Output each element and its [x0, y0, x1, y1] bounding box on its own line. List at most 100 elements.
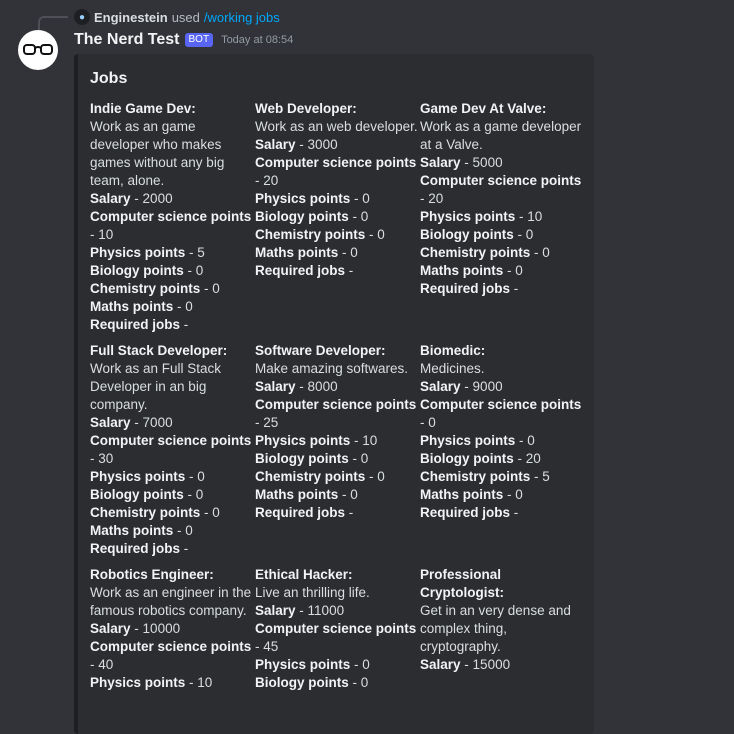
job-maths-label: Maths points [255, 487, 339, 502]
job-cs-value: 25 [263, 415, 279, 430]
command-link[interactable]: /working jobs [204, 10, 280, 25]
job-physics-label: Physics points [420, 433, 516, 448]
separator: - [513, 451, 526, 466]
bot-avatar[interactable] [18, 30, 58, 70]
job-salary-label: Salary [420, 657, 461, 672]
job-biology-line: Biology points - 0 [255, 674, 420, 692]
job-physics-label: Physics points [90, 675, 186, 690]
job-physics-label: Physics points [90, 469, 186, 484]
job-name: Biomedic: [420, 343, 486, 358]
separator: - [255, 639, 264, 654]
separator: - [338, 245, 351, 260]
job-biology-line: Biology points - 20 [420, 450, 585, 468]
job-field: Web Developer: Work as an web developer. S… [255, 100, 420, 334]
job-chemistry-line: Chemistry points - 0 [90, 504, 255, 522]
job-description: Work as an game developer who makes game… [90, 119, 225, 188]
job-maths-value: 0 [185, 299, 193, 314]
separator: - [200, 505, 213, 520]
separator: - [460, 155, 473, 170]
job-maths-value: 0 [185, 523, 193, 538]
job-chemistry-value: 0 [542, 245, 550, 260]
separator: - [348, 675, 361, 690]
job-field: Full Stack Developer: Work as an Full Sta… [90, 342, 255, 558]
job-description: Make amazing softwares. [255, 361, 409, 376]
job-cs-line: Computer science points - 10 [90, 208, 255, 244]
separator: - [173, 299, 186, 314]
separator: - [350, 657, 363, 672]
job-biology-line: Biology points - 0 [420, 226, 585, 244]
job-maths-value: 0 [350, 487, 358, 502]
job-chemistry-label: Chemistry points [90, 505, 201, 520]
job-salary-label: Salary [90, 415, 131, 430]
job-biology-value: 0 [360, 209, 369, 224]
separator: - [460, 379, 473, 394]
separator: - [503, 263, 516, 278]
reply-context[interactable]: ● Enginestein used /working jobs [74, 8, 280, 26]
job-salary-line: Salary - 7000 [90, 414, 255, 432]
user-avatar-icon[interactable]: ● [74, 9, 90, 25]
job-physics-value: 0 [527, 433, 535, 448]
job-salary-line: Salary - 15000 [420, 656, 585, 674]
job-physics-label: Physics points [255, 433, 351, 448]
job-maths-label: Maths points [90, 523, 174, 538]
job-biology-value: 0 [525, 227, 534, 242]
job-maths-line: Maths points - 0 [90, 298, 255, 316]
job-chemistry-label: Chemistry points [420, 469, 531, 484]
job-salary-label: Salary [90, 621, 131, 636]
bot-name[interactable]: The Nerd Test [74, 31, 180, 49]
jobs-grid: Indie Game Dev: Work as an game developer… [90, 100, 590, 692]
separator: - [90, 451, 99, 466]
separator: - [350, 191, 363, 206]
job-description: Work as a game developer at a Valve. [420, 119, 582, 152]
job-salary-value: 3000 [307, 137, 338, 152]
job-biology-label: Biology points [420, 227, 514, 242]
job-salary-value: 2000 [142, 191, 173, 206]
job-biology-label: Biology points [255, 675, 349, 690]
job-maths-value: 0 [350, 245, 358, 260]
job-biology-line: Biology points - 0 [255, 450, 420, 468]
job-cs-label: Computer science points [255, 155, 417, 170]
job-name: Robotics Engineer: [90, 567, 214, 582]
job-salary-line: Salary - 2000 [90, 190, 255, 208]
separator: - [295, 379, 308, 394]
job-cs-label: Computer science points [90, 639, 252, 654]
job-name: Professional Cryptologist: [420, 567, 504, 600]
job-chemistry-value: 0 [212, 505, 220, 520]
separator: - [530, 469, 543, 484]
job-biology-value: 20 [525, 451, 541, 466]
job-salary-line: Salary - 5000 [420, 154, 585, 172]
job-field: Robotics Engineer: Work as an engineer in… [90, 566, 255, 692]
separator: - [510, 505, 519, 520]
job-physics-label: Physics points [420, 209, 516, 224]
separator: - [255, 415, 264, 430]
job-maths-line: Maths points - 0 [420, 486, 585, 504]
job-cs-label: Computer science points [255, 621, 417, 636]
job-biology-label: Biology points [90, 487, 184, 502]
job-chemistry-line: Chemistry points - 0 [255, 468, 420, 486]
separator: - [530, 245, 543, 260]
job-maths-line: Maths points - 0 [420, 262, 585, 280]
job-cs-label: Computer science points [90, 209, 252, 224]
job-description: Work as an web developer. [255, 119, 418, 134]
job-description: Get in an very dense and complex thing, … [420, 603, 571, 654]
job-cs-line: Computer science points - 45 [255, 620, 420, 656]
job-maths-value: 0 [515, 487, 523, 502]
job-chemistry-label: Chemistry points [255, 227, 366, 242]
message-timestamp[interactable]: Today at 08:54 [221, 34, 293, 46]
job-name: Web Developer: [255, 101, 357, 116]
separator: - [503, 487, 516, 502]
job-field: Ethical Hacker: Live an thrilling life. Sa… [255, 566, 420, 692]
reply-connector [38, 16, 68, 30]
job-physics-line: Physics points - 5 [90, 244, 255, 262]
job-field: Indie Game Dev: Work as an game developer… [90, 100, 255, 334]
job-required-line: Required jobs - [255, 262, 420, 280]
job-maths-line: Maths points - 0 [255, 486, 420, 504]
job-required-line: Required jobs - [90, 540, 255, 558]
job-required-label: Required jobs [255, 505, 346, 520]
separator: - [255, 173, 264, 188]
job-maths-label: Maths points [420, 487, 504, 502]
job-required-line: Required jobs - [90, 316, 255, 334]
job-cs-label: Computer science points [420, 173, 582, 188]
job-description: Work as an Full Stack Developer in an bi… [90, 361, 222, 412]
reply-username[interactable]: Enginestein [94, 10, 168, 25]
